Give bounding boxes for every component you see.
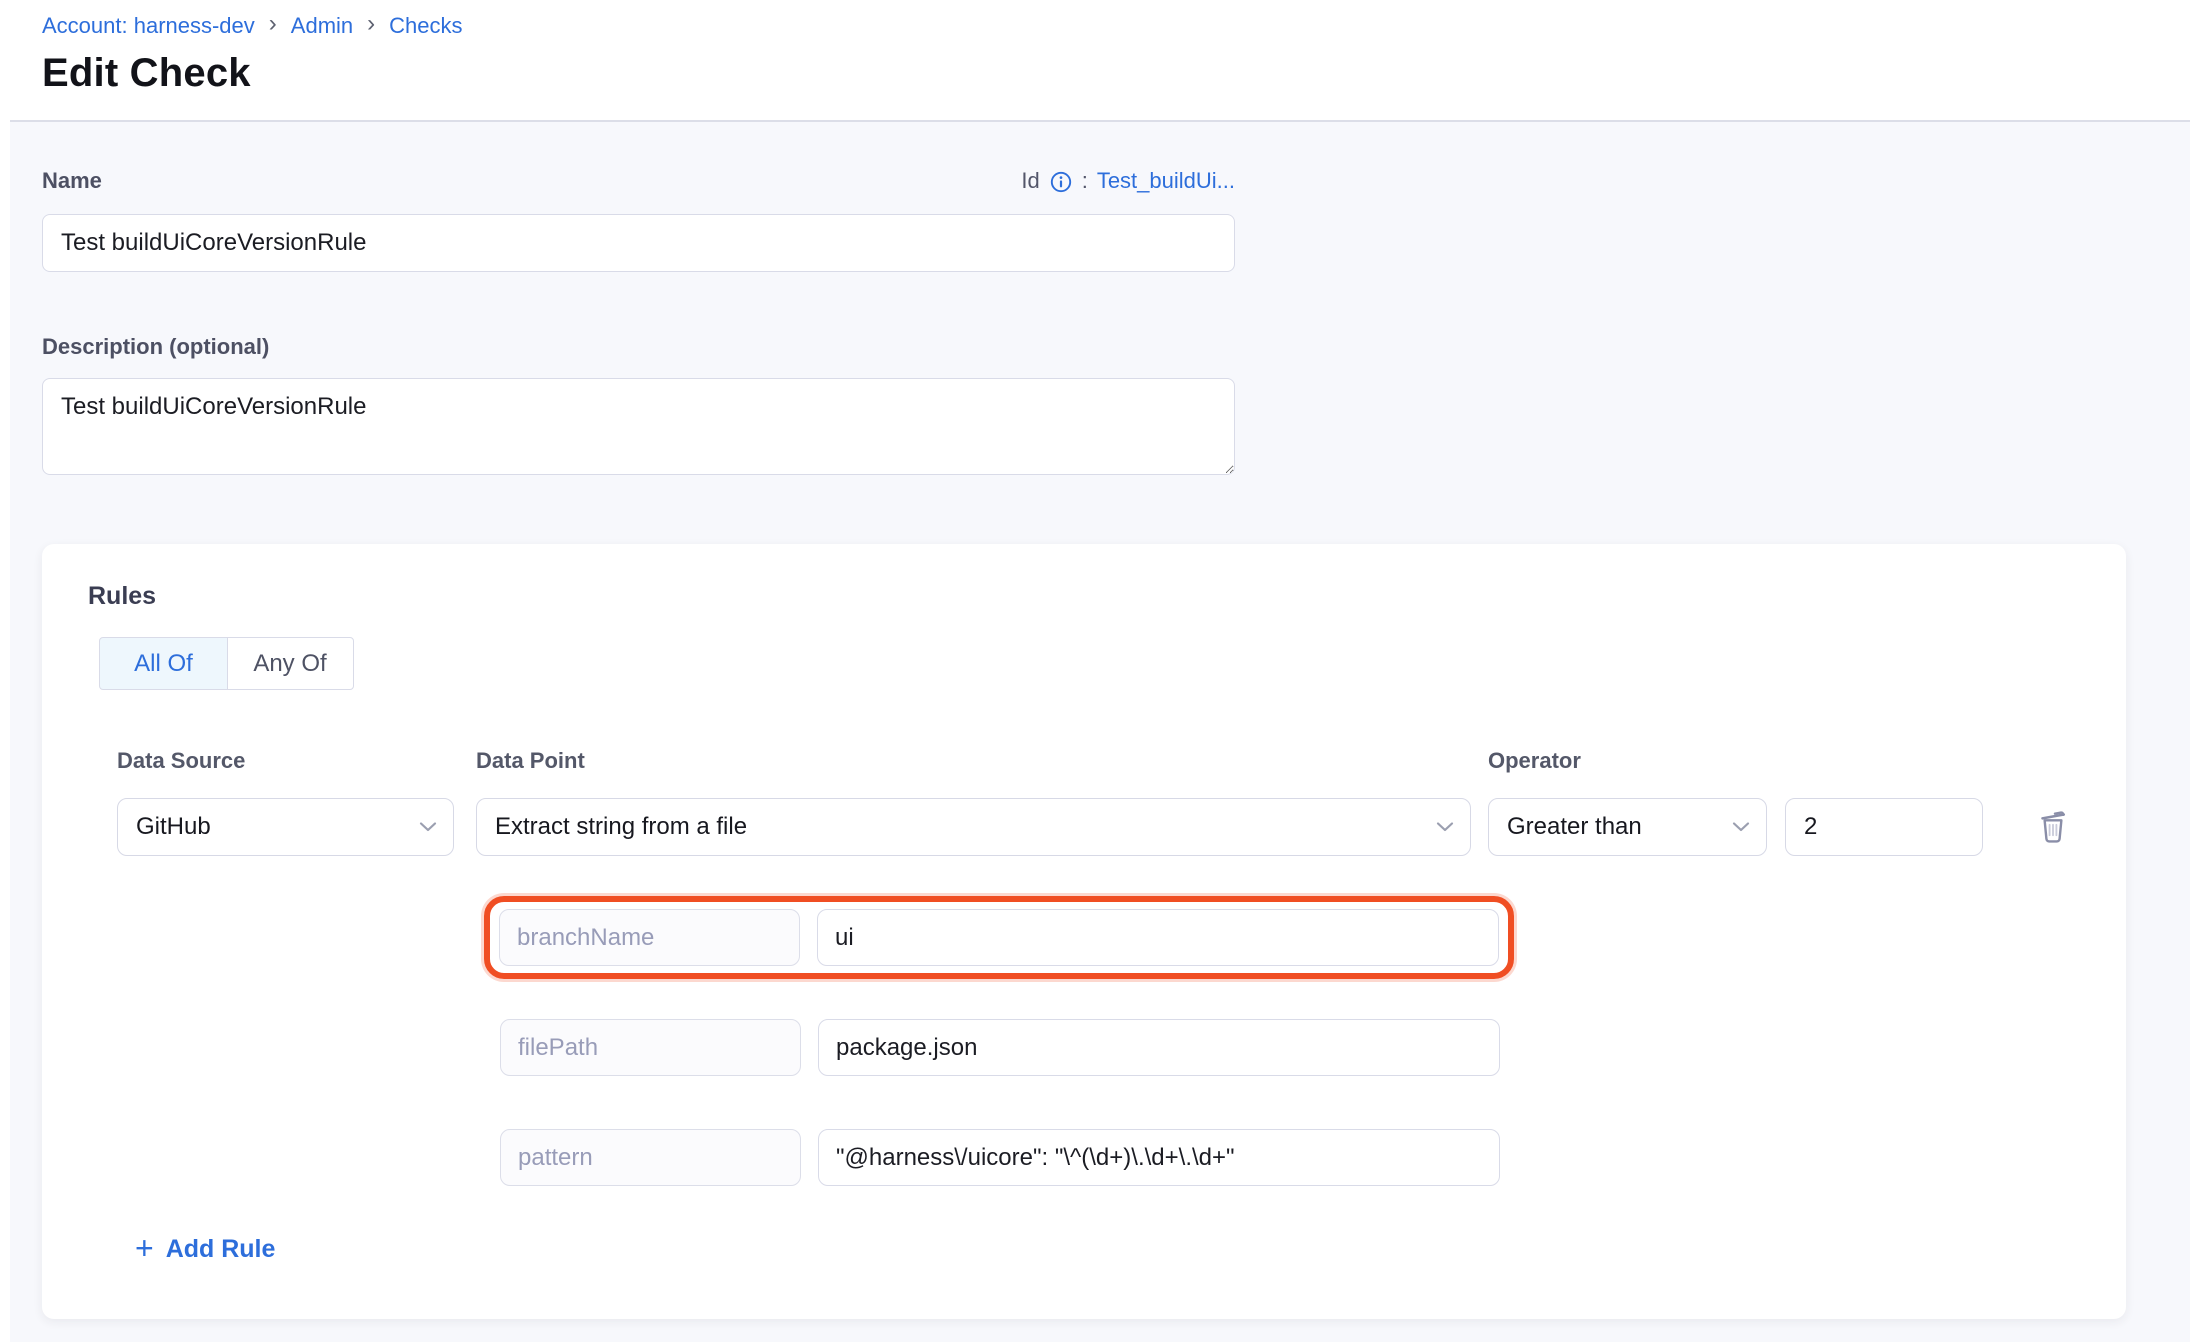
page-header: Account: harness-dev › Admin › Checks Ed… bbox=[0, 0, 2190, 122]
param-key-field: pattern bbox=[500, 1129, 801, 1186]
param-key-field: branchName bbox=[499, 909, 800, 966]
filepath-input[interactable] bbox=[818, 1019, 1500, 1076]
info-icon[interactable] bbox=[1049, 170, 1073, 194]
breadcrumb-account-link[interactable]: Account: harness-dev bbox=[42, 13, 255, 39]
data-source-value: GitHub bbox=[136, 813, 211, 841]
pattern-input[interactable] bbox=[818, 1129, 1500, 1186]
edit-check-form: Name Id : Test_buildUi... Description (o… bbox=[0, 122, 2190, 1319]
operator-select[interactable]: Greater than bbox=[1488, 798, 1767, 856]
id-colon: : bbox=[1082, 168, 1088, 194]
name-input[interactable] bbox=[42, 214, 1235, 272]
param-row-branchname: branchName bbox=[499, 909, 1499, 966]
description-textarea[interactable]: Test buildUiCoreVersionRule bbox=[42, 378, 1235, 475]
id-row: Id : Test_buildUi... bbox=[1021, 168, 1235, 194]
data-source-select[interactable]: GitHub bbox=[117, 798, 454, 856]
rules-match-toggle: All Of Any Of bbox=[99, 637, 2080, 690]
rule-row: Data Source Data Point Operator GitHub E… bbox=[117, 748, 2080, 1186]
rule-params: branchName filePath pattern bbox=[500, 856, 2080, 1186]
chevron-right-icon: › bbox=[269, 12, 277, 39]
rules-heading: Rules bbox=[88, 582, 2080, 611]
threshold-input[interactable] bbox=[1785, 798, 1983, 856]
data-point-select[interactable]: Extract string from a file bbox=[476, 798, 1471, 856]
data-point-value: Extract string from a file bbox=[495, 813, 747, 841]
data-source-label: Data Source bbox=[117, 748, 476, 774]
toggle-any-of[interactable]: Any Of bbox=[227, 637, 354, 690]
id-label: Id bbox=[1021, 168, 1039, 194]
chevron-down-icon bbox=[419, 821, 437, 833]
branchname-input[interactable] bbox=[817, 909, 1499, 966]
chevron-down-icon bbox=[1732, 821, 1750, 833]
name-label: Name bbox=[42, 168, 102, 194]
breadcrumb-checks-link[interactable]: Checks bbox=[389, 13, 462, 39]
page-left-edge bbox=[0, 0, 10, 1342]
page-title: Edit Check bbox=[42, 51, 2190, 96]
breadcrumb: Account: harness-dev › Admin › Checks bbox=[42, 12, 2190, 39]
operator-label: Operator bbox=[1488, 748, 1581, 774]
plus-icon: + bbox=[135, 1232, 154, 1267]
rules-card: Rules All Of Any Of Data Source Data Poi… bbox=[42, 544, 2126, 1319]
trash-icon bbox=[2036, 807, 2070, 847]
add-rule-button[interactable]: + Add Rule bbox=[135, 1232, 275, 1267]
toggle-all-of[interactable]: All Of bbox=[99, 637, 228, 690]
param-key-field: filePath bbox=[500, 1019, 801, 1076]
chevron-down-icon bbox=[1436, 821, 1454, 833]
add-rule-label: Add Rule bbox=[166, 1235, 276, 1264]
id-value-link[interactable]: Test_buildUi... bbox=[1097, 168, 1235, 194]
param-row-filepath: filePath bbox=[500, 1019, 2080, 1076]
breadcrumb-admin-link[interactable]: Admin bbox=[291, 13, 353, 39]
delete-rule-button[interactable] bbox=[2032, 803, 2074, 851]
param-row-pattern: pattern bbox=[500, 1129, 2080, 1186]
description-label: Description (optional) bbox=[42, 334, 2148, 360]
data-point-label: Data Point bbox=[476, 748, 1488, 774]
chevron-right-icon: › bbox=[367, 12, 375, 39]
operator-value: Greater than bbox=[1507, 813, 1642, 841]
highlight-ring: branchName bbox=[484, 896, 1514, 979]
